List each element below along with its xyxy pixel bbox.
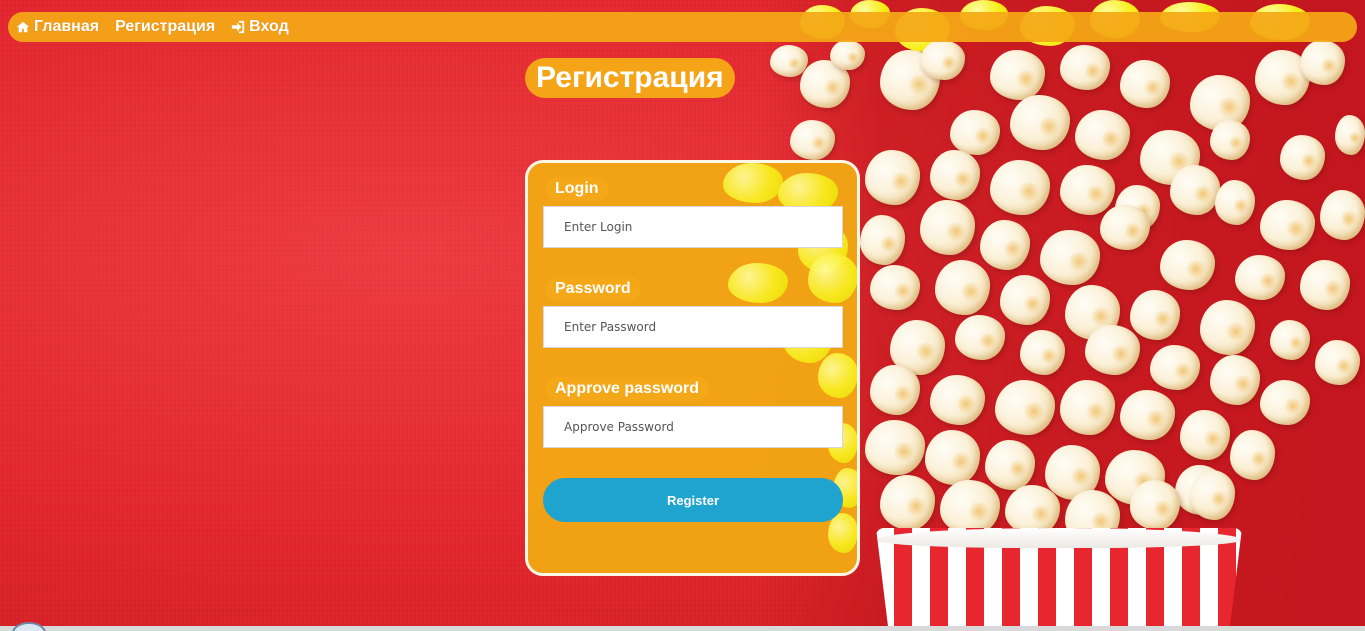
popcorn-kernel [828, 513, 857, 553]
popcorn-kernel [723, 163, 783, 203]
taskbar-edge [0, 626, 1365, 631]
nav-item-label: Регистрация [115, 18, 216, 35]
login-input[interactable] [543, 206, 843, 248]
nav-item-label: Вход [249, 18, 289, 35]
approve-password-input[interactable] [543, 406, 843, 448]
page: Главная Регистрация Вход Регистрация Log… [0, 0, 1365, 631]
approve-password-label: Approve password [545, 377, 710, 401]
navbar: Главная Регистрация Вход [8, 12, 1357, 42]
nav-item-home[interactable]: Главная [16, 18, 99, 36]
sign-in-icon [232, 20, 245, 34]
nav-item-login[interactable]: Вход [231, 18, 289, 36]
popcorn-kernel [818, 353, 857, 398]
password-input[interactable] [543, 306, 843, 348]
registration-form: Login Password Approve password Register [525, 160, 860, 576]
popcorn-bucket-image [876, 528, 1242, 631]
page-title: Регистрация [525, 58, 735, 98]
register-button[interactable]: Register [543, 478, 843, 522]
password-label: Password [545, 277, 641, 301]
nav-item-register[interactable]: Регистрация [115, 18, 215, 36]
home-icon [16, 21, 30, 33]
popcorn-kernel [728, 263, 788, 303]
login-label: Login [545, 177, 609, 201]
nav-item-label: Главная [34, 18, 100, 35]
start-orb-icon[interactable] [12, 622, 46, 631]
popcorn-kernel [808, 253, 857, 303]
